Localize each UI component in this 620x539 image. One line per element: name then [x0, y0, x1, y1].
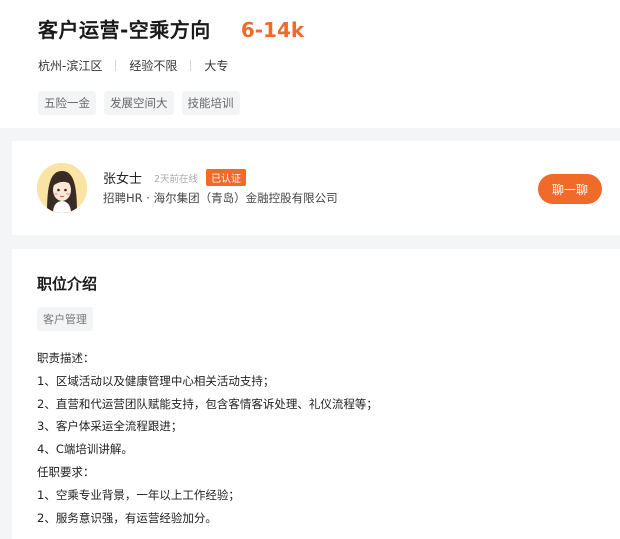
description-line: 职责描述： [37, 351, 95, 365]
description-line: 4、C端培训讲解。 [37, 442, 133, 457]
description-line: 1、区域活动以及健康管理中心相关活动支持； [37, 373, 275, 388]
description-line: 任职要求： [37, 464, 95, 479]
category-tag: 客户管理 [37, 307, 93, 331]
chat-button[interactable]: 聊一聊 [538, 174, 602, 204]
recruiter-company: 招聘HR · 海尔集团（青岛）金融控股有限公司 [103, 191, 338, 205]
job-description-card: 职位介绍 客户管理 职责描述： 1、区域活动以及健康管理中心相关活动支持； 2、… [12, 249, 620, 539]
recruiter-name-row: 张女士 2天前在线 已认证 [103, 168, 247, 187]
job-education: 大专 [204, 59, 229, 73]
section-title: 职位介绍 [37, 275, 98, 293]
job-experience: 经验不限 [129, 59, 178, 73]
description-line: 1、空乘专业背景，一年以上工作经验； [37, 487, 240, 502]
job-location: 杭州-滨江区 [38, 59, 103, 73]
recruiter-avatar[interactable] [37, 163, 87, 213]
verified-badge: 已认证 [206, 169, 247, 186]
avatar-illustration-icon [37, 163, 87, 213]
title-row: 客户运营-空乘方向 6-14k [38, 14, 620, 43]
salary: 6-14k [240, 18, 305, 42]
description-line: 2、直营和代运营团队赋能支持，包含客情客诉处理、礼仪流程等； [37, 396, 378, 411]
recruiter-name: 张女士 [103, 172, 143, 187]
job-header-card: 客户运营-空乘方向 6-14k 杭州-滨江区 经验不限 大专 五险一金 发展空间… [0, 0, 620, 128]
recruiter-card: 张女士 2天前在线 已认证 招聘HR · 海尔集团（青岛）金融控股有限公司 聊一… [12, 141, 620, 235]
job-meta: 杭州-滨江区 经验不限 大专 [38, 57, 620, 74]
benefit-tag: 五险一金 [38, 91, 96, 115]
description-body: 职责描述： 1、区域活动以及健康管理中心相关活动支持； 2、直营和代运营团队赋能… [37, 347, 620, 529]
benefit-tag: 发展空间大 [104, 91, 174, 115]
benefit-tags: 五险一金 发展空间大 技能培训 [38, 91, 620, 115]
benefit-tag: 技能培训 [181, 91, 240, 115]
meta-divider [115, 60, 117, 71]
description-line: 2、服务意识强，有运营经验加分。 [37, 510, 217, 525]
job-title: 客户运营-空乘方向 [38, 18, 211, 42]
meta-divider [190, 60, 192, 71]
recruiter-online-status: 2天前在线 [154, 173, 199, 185]
description-line: 3、客户体采运全流程跟进； [37, 419, 183, 434]
